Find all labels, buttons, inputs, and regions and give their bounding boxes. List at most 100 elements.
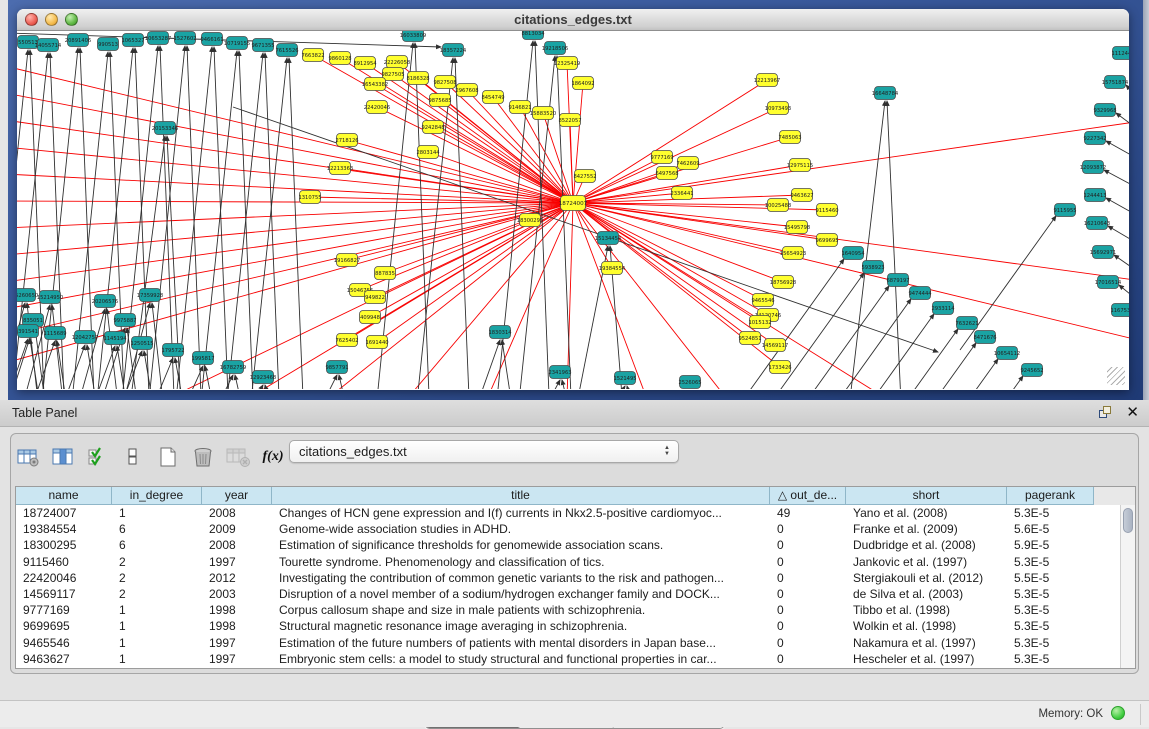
graph-node[interactable]: 12975115 [787, 159, 813, 172]
table-cell[interactable]: 2003 [202, 586, 272, 602]
table-mode-settings-icon[interactable] [15, 445, 41, 469]
graph-node[interactable]: 15654923 [780, 247, 806, 260]
table-vertical-scrollbar[interactable] [1120, 505, 1135, 668]
memory-status-indicator[interactable] [1111, 706, 1125, 720]
table-cell[interactable]: Genome-wide association studies in ADHD. [272, 521, 770, 537]
graph-node[interactable]: 1065327 [121, 34, 144, 47]
graph-node[interactable]: 8912954 [353, 57, 377, 70]
graph-node[interactable]: 7625402 [335, 334, 358, 347]
table-row[interactable]: 1938455462009Genome-wide association stu… [16, 521, 1135, 537]
graph-node[interactable]: 2341963 [548, 366, 571, 379]
graph-node[interactable]: 1244413 [1083, 189, 1106, 202]
table-cell[interactable]: 1997 [202, 651, 272, 667]
graph-node[interactable]: 12325419 [554, 57, 580, 70]
graph-node[interactable]: 391541 [18, 325, 39, 338]
graph-node[interactable]: 1250515 [130, 337, 153, 350]
graph-node[interactable]: 9671355 [251, 39, 274, 52]
graph-node[interactable]: 25260650 [17, 289, 38, 302]
table-cell[interactable]: 0 [770, 586, 846, 602]
network-window[interactable]: citations_edges.txt 55051314055714208914… [17, 9, 1129, 390]
graph-node[interactable]: 15692971 [1090, 246, 1116, 259]
column-visibility-icon[interactable] [50, 445, 76, 469]
table-cell[interactable]: Yano et al. (2008) [846, 505, 1007, 521]
graph-node[interactable]: 18756928 [770, 276, 796, 289]
row-height-icon[interactable] [120, 445, 146, 469]
table-cell[interactable]: 1997 [202, 635, 272, 651]
table-cell[interactable]: Disruption of a novel member of a sodium… [272, 586, 770, 602]
graph-node[interactable]: 20153346 [152, 122, 178, 135]
table-cell[interactable]: 2 [112, 570, 202, 586]
table-row[interactable]: 946554611997Estimation of the future num… [16, 635, 1135, 651]
graph-node[interactable]: 16033809 [400, 31, 426, 42]
table-cell[interactable]: 2 [112, 554, 202, 570]
graph-node[interactable]: 1640954 [841, 247, 865, 260]
graph-node[interactable]: 15214950 [37, 291, 63, 304]
graph-node[interactable]: 5938923 [861, 261, 884, 274]
graph-node[interactable]: 10973493 [765, 102, 791, 115]
graph-node[interactable]: 9466161 [200, 33, 223, 46]
graph-node[interactable]: 22420046 [364, 101, 390, 114]
table-cell[interactable]: 5.3E-5 [1007, 554, 1094, 570]
graph-node[interactable]: 9245652 [1020, 364, 1043, 377]
graph-node[interactable]: 949822 [365, 291, 386, 304]
graph-node[interactable]: 15883520 [530, 107, 556, 120]
graph-node[interactable]: 1733426 [768, 361, 791, 374]
table-cell[interactable]: Structural magnetic resonance image aver… [272, 618, 770, 634]
table-cell[interactable]: Corpus callosum shape and size in male p… [272, 602, 770, 618]
table-cell[interactable]: Jankovic et al. (1997) [846, 554, 1007, 570]
graph-node[interactable]: 7615526 [275, 44, 298, 57]
graph-node[interactable]: 7632621 [955, 317, 978, 330]
table-cell[interactable]: 18300295 [16, 537, 112, 553]
table-cell[interactable]: 1 [112, 651, 202, 667]
column-header-title[interactable]: title [272, 487, 770, 505]
table-cell[interactable]: 14569117 [16, 586, 112, 602]
table-cell[interactable]: 0 [770, 651, 846, 667]
function-builder-icon[interactable]: f(x) [260, 445, 286, 469]
table-row[interactable]: 1830029562008Estimation of significance … [16, 537, 1135, 553]
graph-node[interactable]: 1795722 [161, 344, 184, 357]
graph-node[interactable]: 15751874 [1102, 76, 1129, 89]
graph-node[interactable]: 22226058 [384, 56, 410, 69]
table-cell[interactable]: Stergiakouli et al. (2012) [846, 570, 1007, 586]
graph-node[interactable]: 2718126 [335, 134, 358, 147]
table-cell[interactable]: 6 [112, 521, 202, 537]
table-cell[interactable]: Embryonic stem cells: a model to study s… [272, 651, 770, 667]
column-header-short[interactable]: short [846, 487, 1007, 505]
graph-node[interactable]: 12093872 [1080, 161, 1106, 174]
table-cell[interactable]: 22420046 [16, 570, 112, 586]
graph-node[interactable]: 14055714 [35, 39, 62, 52]
graph-node[interactable]: 1691440 [365, 336, 388, 349]
table-cell[interactable]: 0 [770, 618, 846, 634]
table-cell[interactable]: 5.6E-5 [1007, 521, 1094, 537]
graph-node[interactable]: 18300295 [517, 214, 543, 227]
network-graph[interactable]: 5505131405571420891406990513106532710653… [17, 31, 1129, 389]
graph-node[interactable]: 10653287 [145, 32, 171, 45]
table-cell[interactable]: 5.3E-5 [1007, 635, 1094, 651]
table-cell[interactable]: Estimation of significance thresholds fo… [272, 537, 770, 553]
graph-node[interactable]: 6879197 [886, 274, 909, 287]
graph-node[interactable]: 12213363 [327, 162, 353, 175]
graph-node[interactable]: 8186328 [406, 72, 429, 85]
graph-node[interactable]: 9242848 [421, 121, 444, 134]
table-row[interactable]: 1456911722003Disruption of a novel membe… [16, 586, 1135, 602]
graph-node[interactable]: 2933114 [931, 302, 955, 315]
table-cell[interactable]: 1 [112, 505, 202, 521]
table-cell[interactable]: 9465546 [16, 635, 112, 651]
graph-node[interactable]: 9875685 [428, 94, 451, 107]
table-cell[interactable]: 1997 [202, 554, 272, 570]
table-cell[interactable]: Franke et al. (2009) [846, 521, 1007, 537]
table-cell[interactable]: 2 [112, 586, 202, 602]
table-cell[interactable]: Tibbo et al. (1998) [846, 602, 1007, 618]
graph-node[interactable]: 6497568 [655, 167, 678, 180]
graph-node[interactable]: 9975887 [113, 314, 136, 327]
table-cell[interactable]: Tourette syndrome. Phenomenology and cla… [272, 554, 770, 570]
column-header-year[interactable]: year [202, 487, 272, 505]
graph-node[interactable]: 9860128 [328, 52, 351, 65]
graph-node[interactable]: 7462609 [676, 157, 699, 170]
graph-node[interactable]: 1115689 [43, 327, 66, 340]
delete-column-trash-icon[interactable] [190, 445, 216, 469]
float-panel-icon[interactable] [1099, 406, 1113, 420]
table-cell[interactable]: 18724007 [16, 505, 112, 521]
column-header-pagerank[interactable]: pagerank [1007, 487, 1094, 505]
column-header-out_de[interactable]: △ out_de... [770, 487, 846, 505]
